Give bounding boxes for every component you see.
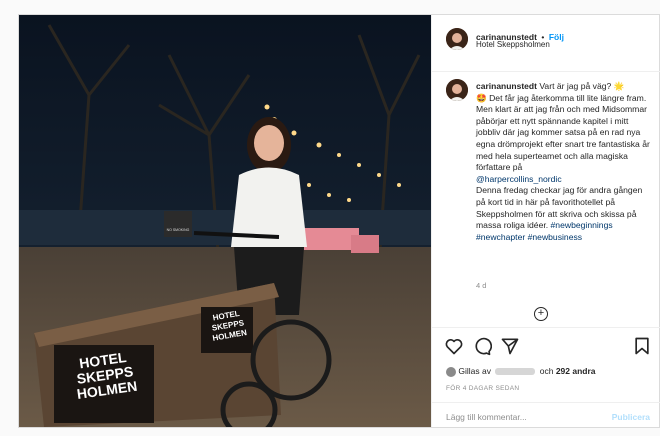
- post-header: carinanunstedt • Följ Hotel Skeppsholmen: [432, 15, 660, 72]
- caption-line-1: Vart är jag på väg? 🌟: [539, 81, 625, 91]
- likes-line: Gillas av och 292 andra: [446, 366, 596, 377]
- comment-bar: Lägg till kommentar... Publicera: [432, 402, 660, 429]
- likes-conj: och: [539, 366, 554, 376]
- caption-timestamp: 4 d: [476, 281, 487, 290]
- likes-prefix: Gillas av: [458, 366, 491, 376]
- action-bar: Gillas av och 292 andra FÖR 4 DAGAR SEDA…: [432, 327, 660, 428]
- caption-paragraph: 🤩 Det får jag återkomma till lite längre…: [476, 92, 650, 173]
- post-sidebar: carinanunstedt • Följ Hotel Skeppsholmen…: [431, 15, 660, 427]
- comment-input[interactable]: Lägg till kommentar...: [446, 412, 527, 422]
- hashtag-link[interactable]: #newbusiness: [528, 232, 582, 242]
- caption-username[interactable]: carinanunstedt: [476, 81, 537, 91]
- heart-icon[interactable]: [444, 336, 464, 356]
- post-age: FÖR 4 DAGAR SEDAN: [446, 385, 520, 392]
- avatar[interactable]: [446, 28, 468, 50]
- hashtag-link[interactable]: #newchapter: [476, 232, 525, 242]
- post-photo[interactable]: HOTEL SKEPPS HOLMEN HOTEL SKEPPS HOLMEN …: [19, 15, 431, 427]
- follow-button[interactable]: Följ: [549, 32, 564, 42]
- caption: carinanunstedt Vart är jag på väg? 🌟 🤩 D…: [476, 81, 652, 243]
- share-icon[interactable]: [500, 336, 520, 356]
- hashtag-link[interactable]: #newbeginnings: [551, 220, 613, 230]
- location-link[interactable]: Hotel Skeppsholmen: [476, 40, 550, 49]
- publish-button[interactable]: Publicera: [612, 412, 650, 422]
- likes-count[interactable]: 292 andra: [556, 366, 596, 376]
- no-smoking-sign-text: NO SMOKING: [166, 228, 190, 232]
- instagram-post: HOTEL SKEPPS HOLMEN HOTEL SKEPPS HOLMEN …: [18, 14, 660, 428]
- mention-link[interactable]: @harpercollins_nordic: [476, 174, 562, 184]
- caption-avatar[interactable]: [446, 79, 468, 101]
- liker-avatar[interactable]: [446, 366, 456, 377]
- liker-username-blurred[interactable]: [495, 368, 536, 376]
- bookmark-icon[interactable]: [632, 336, 652, 356]
- comment-icon[interactable]: [472, 336, 492, 356]
- more-icon[interactable]: +: [534, 307, 548, 321]
